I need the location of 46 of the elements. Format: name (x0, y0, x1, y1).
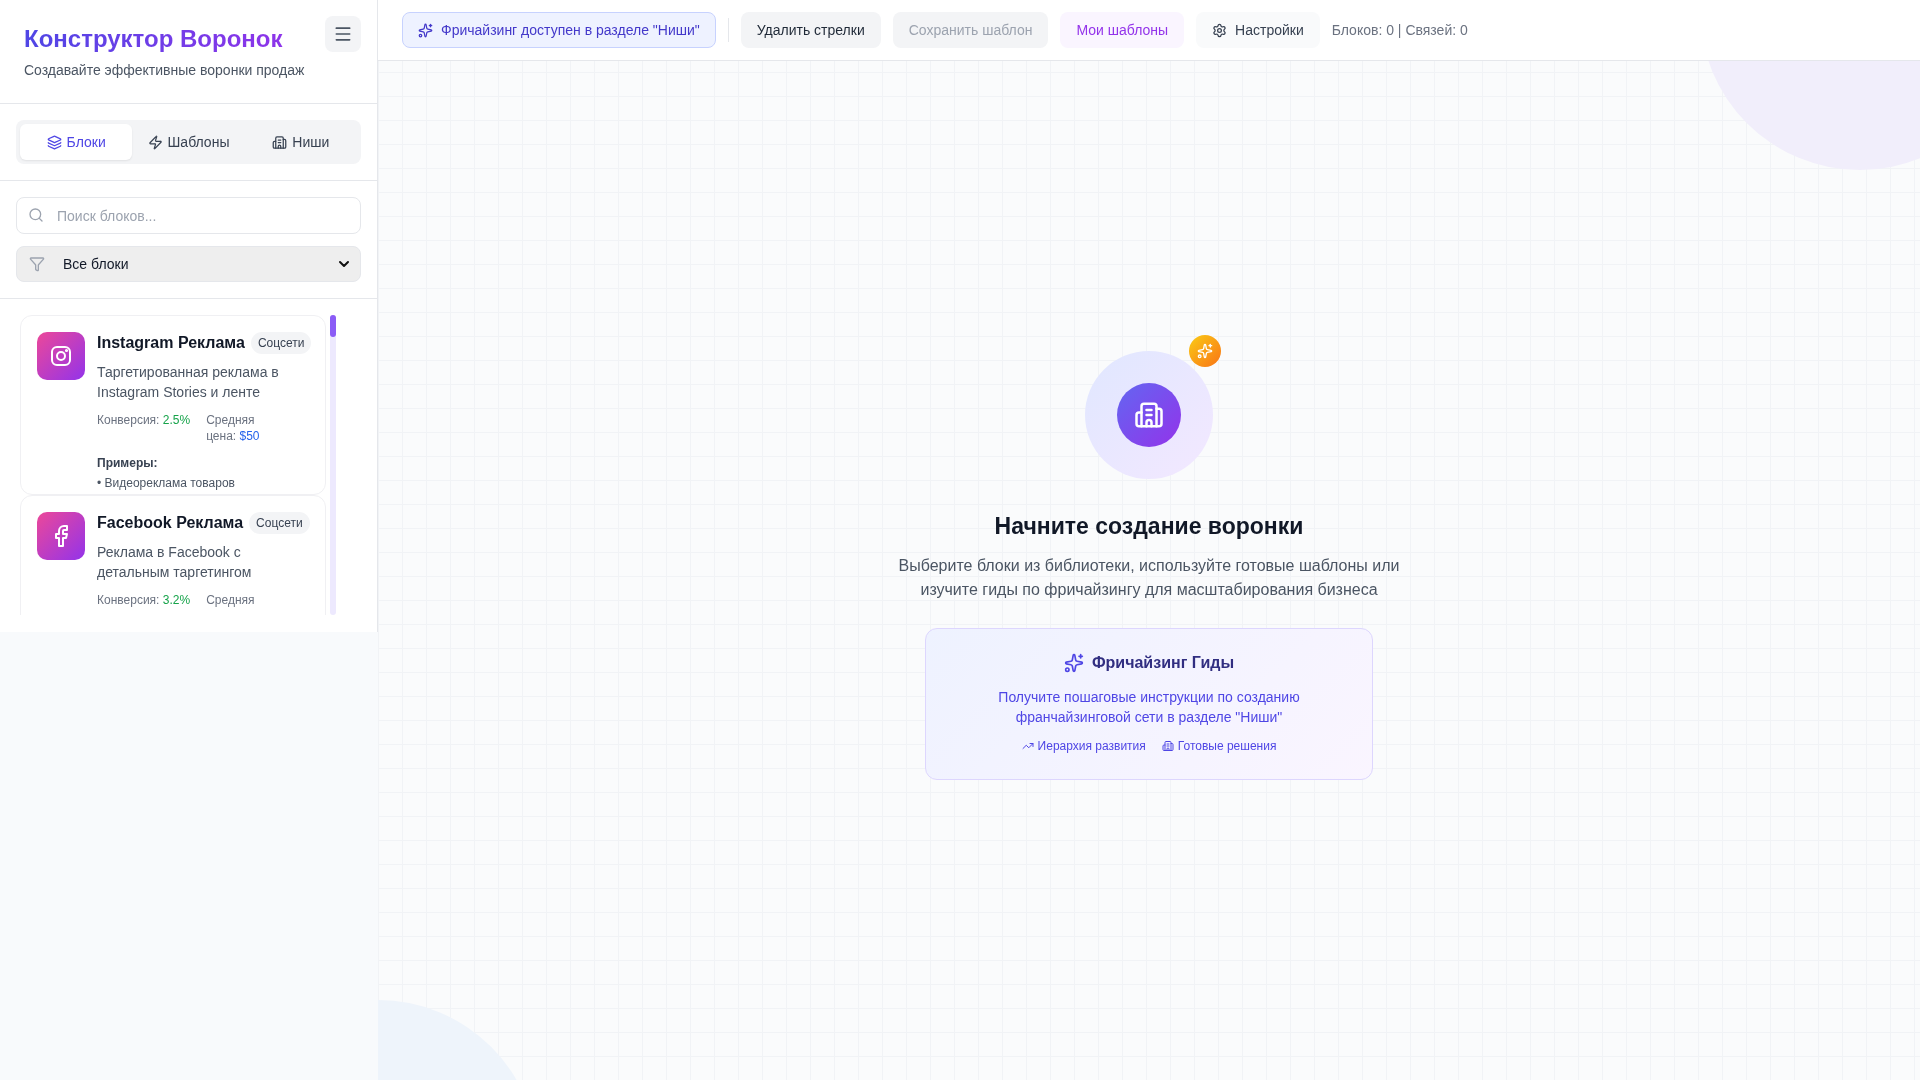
search-field[interactable]: Поиск блоков... (16, 197, 361, 234)
block-name: Facebook Реклама (97, 514, 244, 532)
camera-icon (49, 344, 73, 368)
filter-select[interactable]: Все блоки (16, 246, 361, 282)
menu-icon (333, 24, 353, 44)
search-icon (28, 207, 44, 223)
price-text: Средняя (206, 592, 256, 608)
guide-link[interactable]: Иерархия развития (1021, 739, 1146, 753)
sidebar-tab[interactable]: Ниши (244, 124, 357, 160)
sparkles-icon (1063, 653, 1084, 673)
settings-icon (1212, 22, 1228, 38)
building-icon (1161, 740, 1174, 752)
menu-button[interactable] (325, 16, 361, 52)
category-tag: Соцсети (249, 512, 310, 534)
toolbar-button[interactable]: Мои шаблоны (1060, 12, 1185, 48)
guide-title: Фричайзинг Гиды (1091, 654, 1235, 672)
layers-icon (46, 134, 62, 150)
toolbar-button[interactable]: Фричайзинг доступен в разделе "Ниши" (402, 12, 716, 48)
category-tag: Соцсети (250, 332, 312, 354)
example-item: • Видеореклама товаров (97, 476, 236, 490)
sparkles-icon (418, 22, 433, 38)
conversion-text: Конверсия: 2.5% (97, 412, 191, 429)
block-name: Instagram Реклама (97, 334, 245, 352)
lightning-icon (147, 134, 163, 150)
sidebar-tab[interactable]: Блоки (20, 124, 133, 160)
toolbar-button[interactable]: Настройки (1196, 12, 1320, 48)
guide-text: Получите пошаговые инструкции по созданию франчайзинговой сети в разделе "Ниши" (997, 688, 1301, 727)
examples-label: Примеры: (97, 456, 159, 470)
sidebar-tab[interactable]: Шаблоны (132, 124, 245, 160)
sparkles-icon (1189, 335, 1221, 367)
block-description: Реклама в Facebook с детальным таргетингом (97, 543, 253, 582)
building-icon (272, 134, 288, 150)
conversion-text: Конверсия: 3.2% (97, 592, 191, 608)
block-description: Таргетированная реклама в Instagram Stories и ленте (97, 363, 280, 402)
empty-description: Выберите блоки из библиотеки, используйте готовые шаблоны или изучите гиды по фричайзингу для масштабирования бизнеса (897, 556, 1401, 600)
block-card[interactable]: Facebook Реклама Соцсети Реклама в Facebook с детальным таргетингом Конверсия: 3.2% Средняя (20, 495, 326, 615)
toolbar-button[interactable]: Удалить стрелки (740, 12, 881, 48)
stats-text: Блоков: 0 | Связей: 0 (1331, 22, 1468, 38)
guide-link[interactable]: Готовые решения (1161, 739, 1277, 753)
filter-icon (29, 256, 45, 272)
price-text: Средняя цена: $50 (206, 412, 261, 444)
empty-title: Начните создание воронки (994, 513, 1304, 540)
scrollbar-thumb[interactable] (330, 315, 336, 337)
block-card[interactable]: Instagram Реклама Соцсети Таргетированная реклама в Instagram Stories и ленте Конверсия: 2.5% Средняя цена: $50 Примеры: • Видеореклама товаров (20, 315, 326, 495)
app-subtitle: Создавайте эффективные воронки продаж (24, 62, 305, 78)
trend-icon (1021, 740, 1034, 752)
